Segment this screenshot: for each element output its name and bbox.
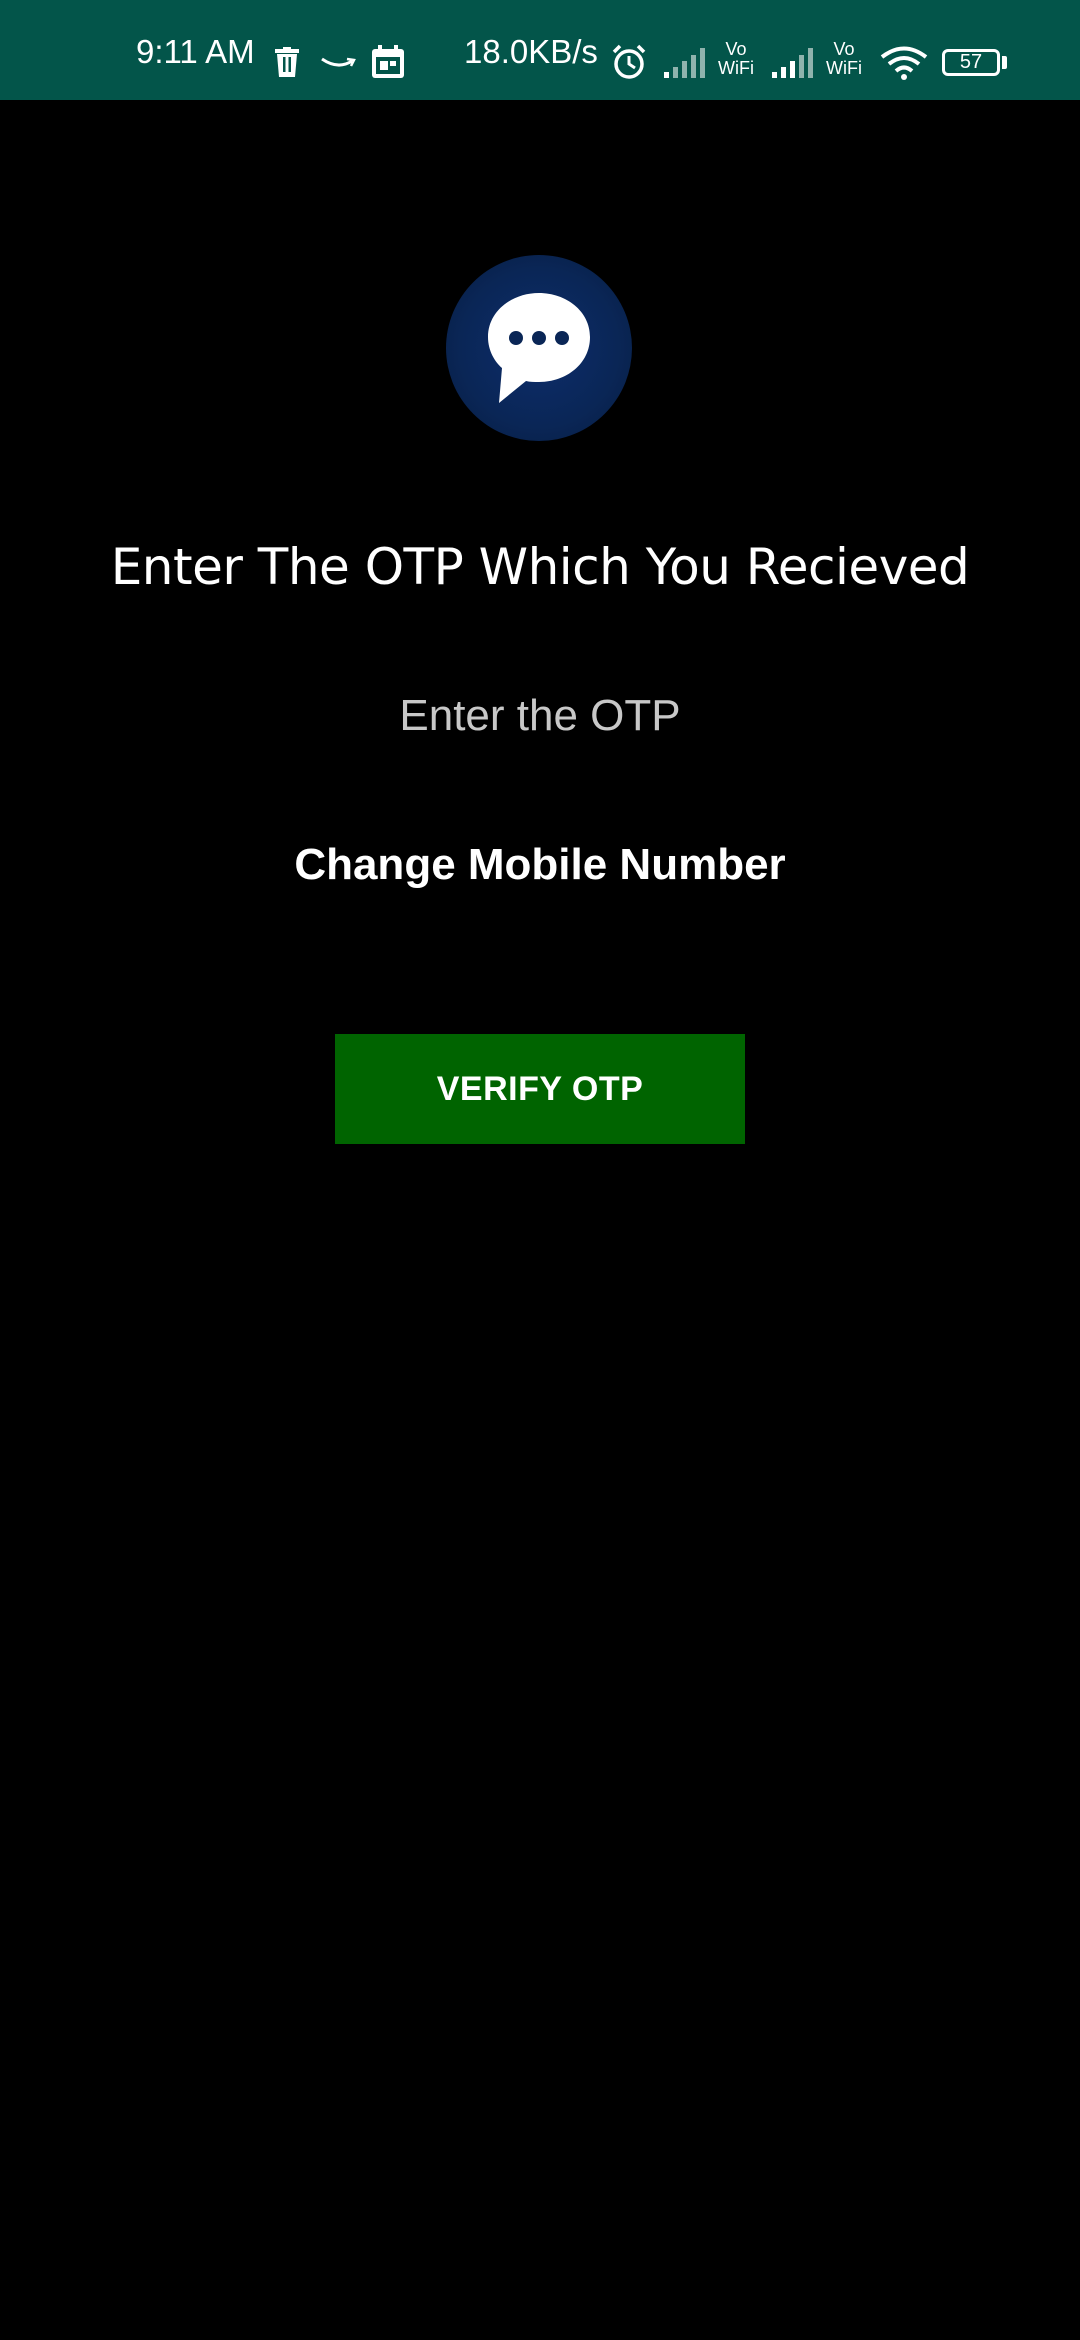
vowifi-badge-2: Vo WiFi xyxy=(826,40,862,78)
battery-icon: 57 xyxy=(942,49,1000,76)
vowifi-vo-label: Vo xyxy=(725,39,747,59)
signal-icon xyxy=(770,46,818,83)
app-logo xyxy=(446,255,632,441)
vowifi-vo-label: Vo xyxy=(833,39,855,59)
change-mobile-number-link[interactable]: Change Mobile Number xyxy=(0,840,1080,890)
page-title: Enter The OTP Which You Recieved xyxy=(110,538,970,596)
amazon-smile-icon xyxy=(320,56,356,75)
signal-icon xyxy=(662,46,710,83)
alarm-icon xyxy=(610,43,648,86)
otp-input[interactable] xyxy=(390,680,690,770)
delete-icon xyxy=(274,47,300,82)
network-speed: 18.0KB/s xyxy=(464,33,598,70)
battery-tip xyxy=(1002,56,1007,69)
wifi-icon xyxy=(880,46,928,85)
status-bar: 9:11 AM 18.0KB/s Vo WiFi Vo WiFi 57 xyxy=(0,0,1080,100)
vowifi-wifi-label: WiFi xyxy=(826,58,862,78)
vowifi-wifi-label: WiFi xyxy=(718,58,754,78)
chat-bubble-icon xyxy=(488,293,590,403)
verify-otp-button[interactable]: VERIFY OTP xyxy=(335,1034,745,1144)
vowifi-badge-1: Vo WiFi xyxy=(718,40,754,78)
calendar-icon xyxy=(370,44,406,85)
status-time: 9:11 AM xyxy=(136,33,255,70)
